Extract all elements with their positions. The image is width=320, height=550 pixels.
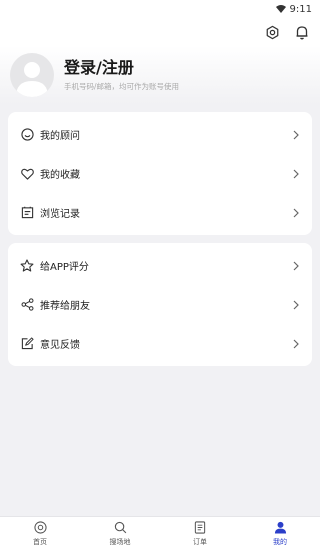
menu-item-label: 我的顾问 bbox=[40, 131, 80, 142]
history-icon bbox=[20, 206, 34, 220]
avatar[interactable] bbox=[10, 53, 54, 97]
profile-header[interactable]: 登录/注册 手机号码/邮箱，均可作为账号使用 bbox=[0, 46, 320, 104]
menu-item-recommend-friends[interactable]: 推荐给朋友 bbox=[8, 285, 312, 324]
menu-item-my-favorites[interactable]: 我的收藏 bbox=[8, 154, 312, 193]
tab-label: 搜场地 bbox=[109, 537, 131, 546]
status-time: 9:11 bbox=[289, 3, 312, 15]
feedback-icon bbox=[20, 337, 34, 351]
star-icon bbox=[20, 259, 34, 273]
tab-label: 首页 bbox=[33, 537, 47, 546]
top-bar bbox=[0, 18, 320, 46]
chevron-right-icon bbox=[292, 208, 300, 218]
order-icon bbox=[193, 521, 207, 535]
share-icon bbox=[20, 298, 34, 312]
wifi-icon bbox=[275, 5, 286, 13]
tab-orders[interactable]: 订单 bbox=[160, 517, 240, 550]
chevron-right-icon bbox=[292, 261, 300, 271]
menu-item-label: 推荐给朋友 bbox=[40, 301, 90, 312]
search-icon bbox=[113, 521, 127, 535]
menu-item-label: 意见反馈 bbox=[40, 340, 80, 351]
menu-item-browsing-history[interactable]: 浏览记录 bbox=[8, 193, 312, 232]
login-subtitle: 手机号码/邮箱，均可作为账号使用 bbox=[64, 82, 180, 91]
smile-icon bbox=[20, 128, 34, 142]
login-register-title[interactable]: 登录/注册 bbox=[64, 58, 179, 78]
menu-item-feedback[interactable]: 意见反馈 bbox=[8, 324, 312, 363]
heart-icon bbox=[20, 167, 34, 181]
tab-home[interactable]: 首页 bbox=[0, 517, 80, 550]
chevron-right-icon bbox=[292, 300, 300, 310]
menu-card-primary: 我的顾问 我的收藏 浏览记录 bbox=[8, 112, 312, 235]
menu-item-label: 给APP评分 bbox=[40, 262, 89, 273]
menu-item-label: 我的收藏 bbox=[40, 170, 80, 181]
gear-icon[interactable] bbox=[264, 24, 280, 40]
chevron-right-icon bbox=[292, 339, 300, 349]
tab-label: 我的 bbox=[273, 537, 287, 546]
bell-icon[interactable] bbox=[294, 24, 310, 40]
menu-item-label: 浏览记录 bbox=[40, 209, 80, 220]
menu-card-secondary: 给APP评分 推荐给朋友 意见反馈 bbox=[8, 243, 312, 366]
user-icon bbox=[273, 521, 287, 535]
tab-search-venue[interactable]: 搜场地 bbox=[80, 517, 160, 550]
status-bar: 9:11 bbox=[0, 0, 320, 18]
chevron-right-icon bbox=[292, 130, 300, 140]
menu-item-rate-app[interactable]: 给APP评分 bbox=[8, 246, 312, 285]
home-icon bbox=[33, 521, 47, 535]
bottom-tab-bar: 首页 搜场地 订单 我的 bbox=[0, 516, 320, 550]
tab-mine[interactable]: 我的 bbox=[240, 517, 320, 550]
menu-item-my-advisor[interactable]: 我的顾问 bbox=[8, 115, 312, 154]
chevron-right-icon bbox=[292, 169, 300, 179]
tab-label: 订单 bbox=[193, 537, 207, 546]
